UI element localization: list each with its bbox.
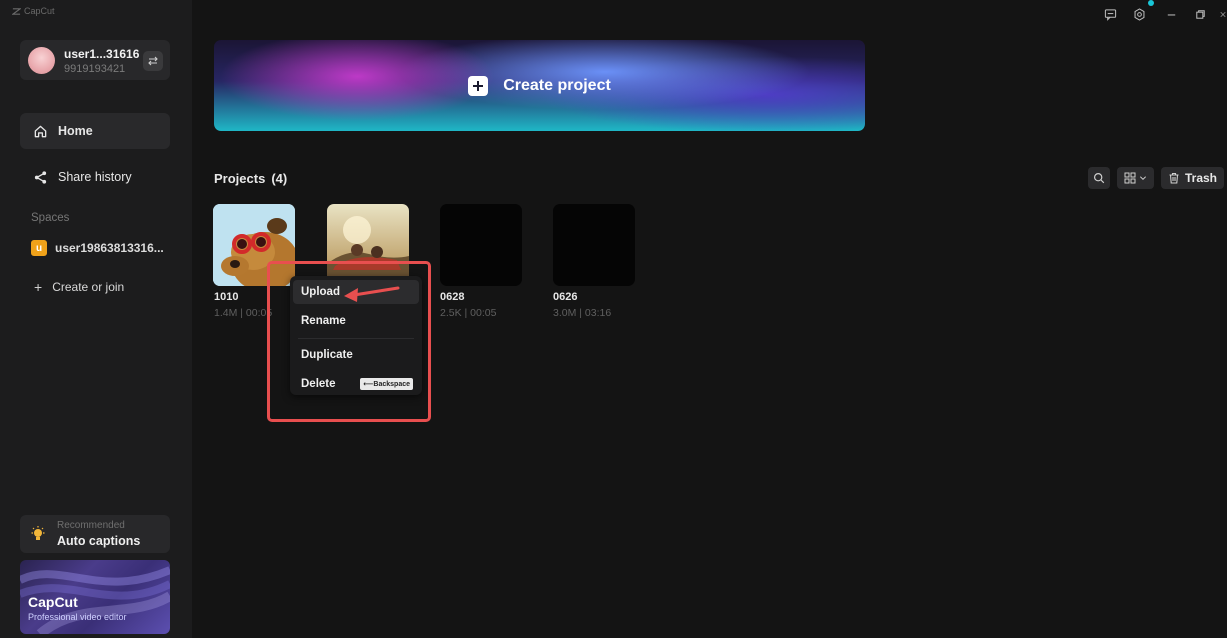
space-item[interactable]: u user19863813316... — [31, 240, 164, 256]
project-thumbnail-0628[interactable] — [440, 204, 522, 286]
feedback-button[interactable] — [1102, 6, 1118, 22]
space-item-label: user19863813316... — [55, 241, 164, 255]
sidebar: CapCut user1...31616 9919193421 Home Sha… — [0, 0, 192, 638]
plus-icon — [468, 75, 489, 96]
create-project-content: Create project — [214, 40, 865, 131]
restore-icon — [1195, 9, 1205, 19]
project-title: 0626 — [553, 291, 578, 303]
user-name: user1...31616 — [64, 47, 140, 61]
project-title: 0628 — [440, 291, 465, 303]
create-or-join-button[interactable]: + Create or join — [34, 279, 124, 295]
chevron-down-icon — [1139, 176, 1147, 181]
nav-share-history-label: Share history — [58, 170, 132, 184]
recommended-title: Auto captions — [57, 534, 141, 548]
minimize-button[interactable] — [1163, 6, 1179, 22]
recommended-card[interactable]: Recommended Auto captions — [20, 515, 170, 553]
swap-icon — [148, 56, 158, 66]
promo-title: CapCut — [28, 594, 78, 610]
feedback-icon — [1104, 8, 1116, 21]
project-meta: 1.4M | 00:05 — [214, 307, 273, 319]
restore-button[interactable] — [1192, 6, 1208, 22]
user-card[interactable]: user1...31616 9919193421 — [20, 40, 170, 80]
project-meta: 2.5K | 00:05 — [440, 307, 497, 319]
spaces-title: Spaces — [31, 212, 70, 224]
nav-share-history[interactable]: Share history — [20, 159, 170, 195]
project-thumbnail-0626[interactable] — [553, 204, 635, 286]
project-meta: 3.0M | 03:16 — [553, 307, 612, 319]
notification-dot — [1148, 0, 1154, 6]
brand-label: CapCut — [24, 6, 55, 16]
create-project-label: Create project — [503, 76, 611, 94]
create-project-banner[interactable]: Create project — [214, 40, 865, 131]
nav-home-label: Home — [58, 124, 93, 138]
minimize-icon — [1167, 13, 1175, 15]
trash-button[interactable]: Trash — [1161, 167, 1224, 189]
lightbulb-icon — [31, 526, 45, 540]
projects-title-label: Projects — [214, 171, 266, 186]
view-mode-button[interactable] — [1117, 167, 1154, 189]
space-badge: u — [31, 240, 47, 256]
user-id: 9919193421 — [64, 63, 126, 75]
close-icon — [1220, 11, 1226, 17]
projects-title: Projects (4) — [214, 171, 287, 186]
arrow-annotation-icon — [344, 286, 400, 302]
recommended-label: Recommended — [57, 520, 125, 531]
search-button[interactable] — [1088, 167, 1110, 189]
avatar[interactable] — [28, 47, 55, 74]
promo-subtitle: Professional video editor — [28, 612, 127, 622]
home-icon — [34, 125, 47, 137]
capcut-logo-icon — [12, 7, 21, 15]
app-brand: CapCut — [12, 6, 55, 16]
project-title: 1010 — [214, 291, 239, 303]
promo-card[interactable]: CapCut Professional video editor — [20, 560, 170, 634]
grid-view-icon — [1124, 172, 1136, 184]
close-button[interactable] — [1219, 6, 1227, 22]
settings-button[interactable] — [1131, 6, 1147, 22]
plus-icon: + — [34, 279, 43, 295]
projects-count: (4) — [271, 171, 288, 186]
search-icon — [1093, 172, 1105, 184]
create-or-join-label: Create or join — [52, 280, 125, 294]
trash-icon — [1169, 172, 1179, 184]
trash-label: Trash — [1184, 171, 1217, 185]
share-icon — [34, 170, 47, 184]
switch-account-button[interactable] — [143, 51, 163, 71]
nav-home[interactable]: Home — [20, 113, 170, 149]
gear-icon — [1134, 7, 1144, 21]
